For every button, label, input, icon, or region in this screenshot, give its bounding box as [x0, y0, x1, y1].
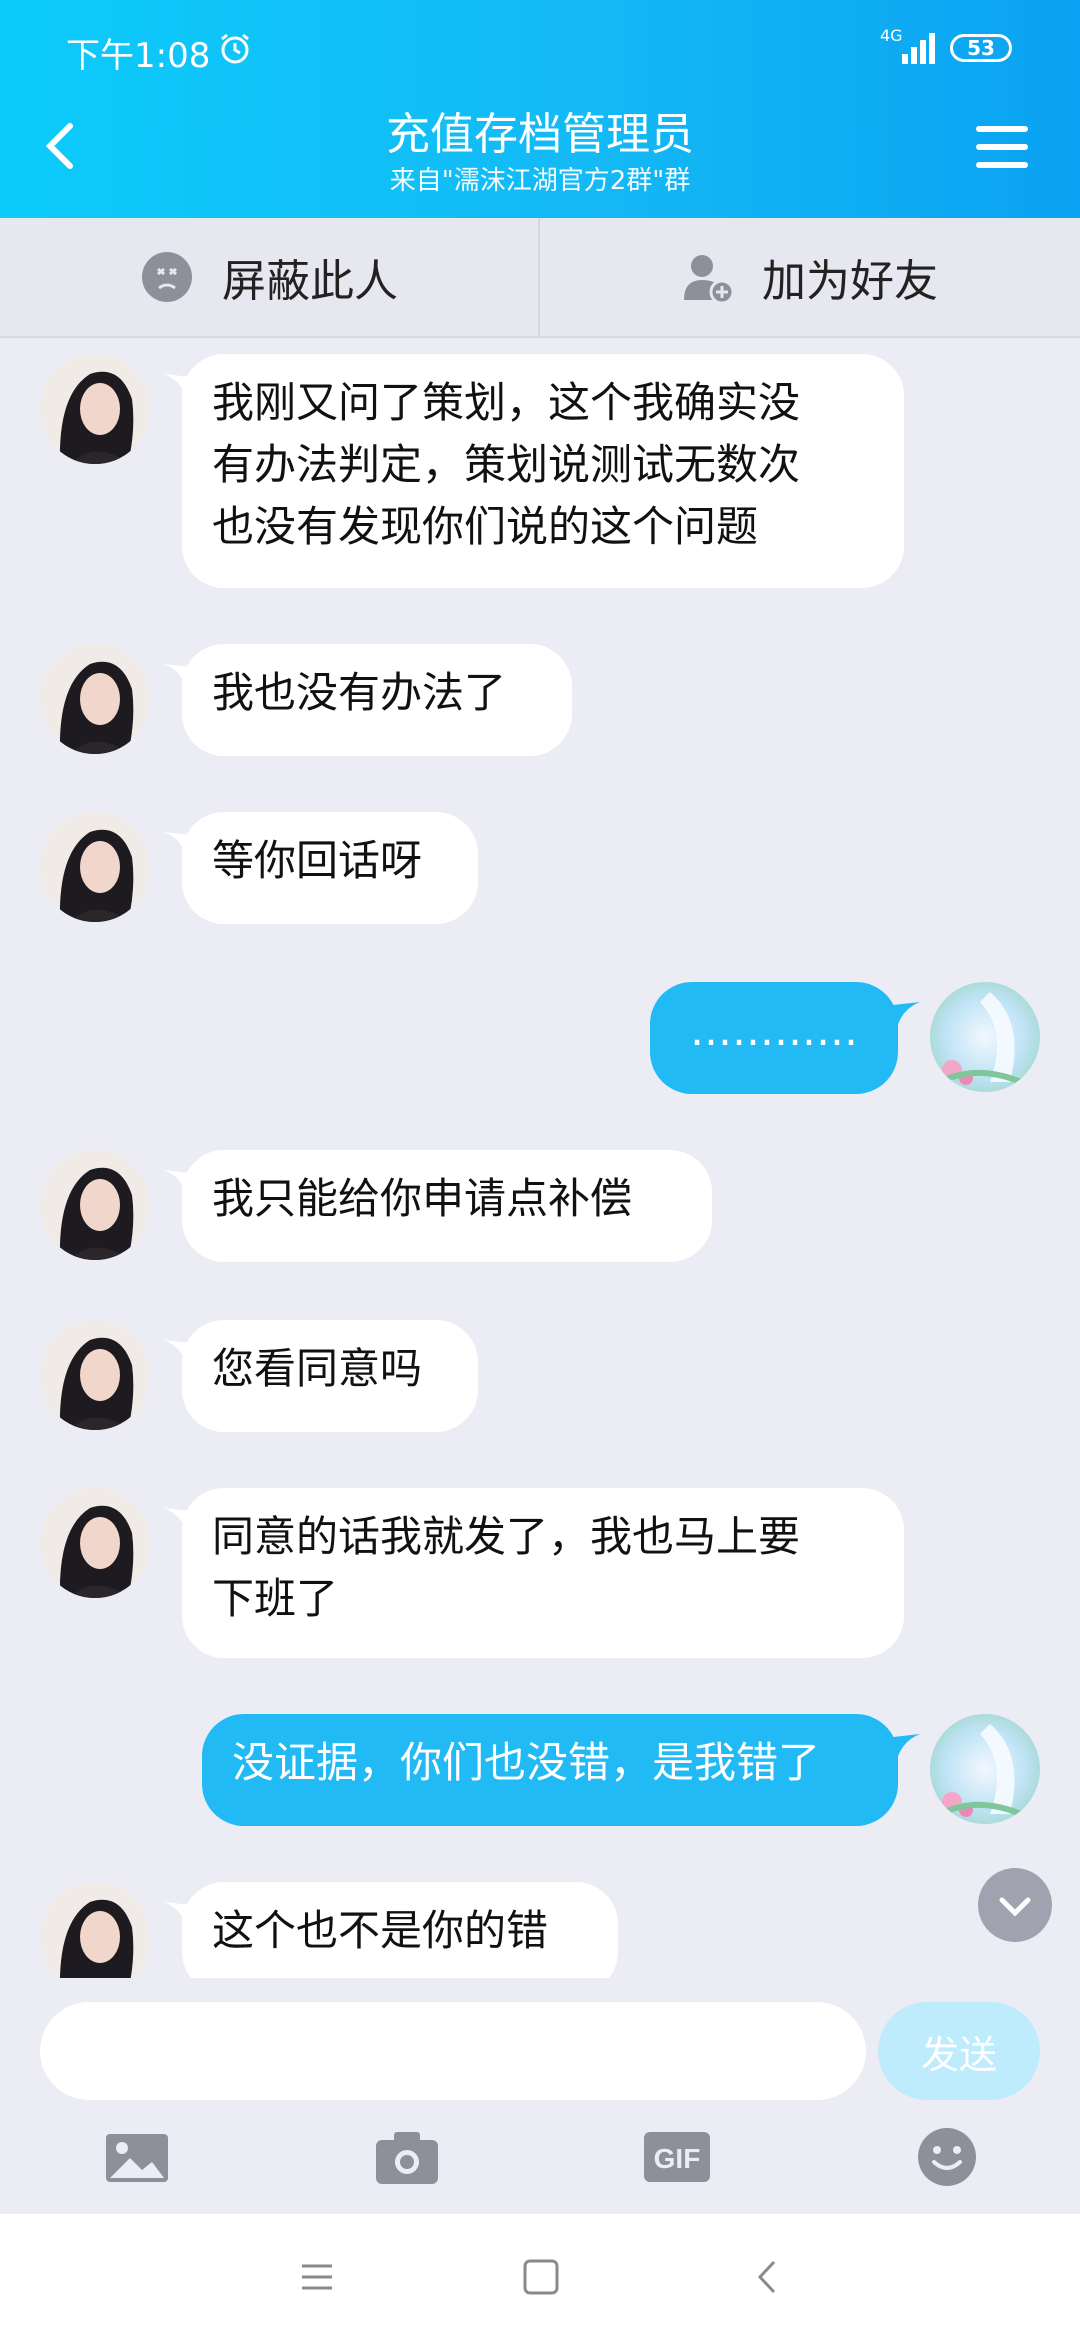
message-input[interactable] [40, 2002, 866, 2100]
alarm-icon [221, 33, 249, 64]
home-icon[interactable] [518, 2254, 564, 2300]
image-icon[interactable] [102, 2126, 172, 2188]
chat-subtitle: 来自"濡沫江湖官方2群"群 [389, 166, 691, 196]
emoji-icon[interactable] [912, 2126, 982, 2188]
message-line: 也没有发现你们说的这个问题 [212, 502, 759, 551]
message-bubble[interactable]: 没证据，你们也没错，是我错了 [202, 1714, 898, 1826]
contact-avatar[interactable] [40, 812, 150, 922]
contact-avatar[interactable] [40, 1320, 150, 1430]
add-friend-button[interactable]: 加为好友 [540, 218, 1078, 336]
message-line: 您看同意吗 [212, 1344, 423, 1393]
message-line: 没证据，你们也没错，是我错了 [232, 1738, 821, 1787]
stranger-action-bar: 屏蔽此人 加为好友 [0, 218, 1080, 338]
message-bubble[interactable]: 我只能给你申请点补偿 [182, 1150, 712, 1262]
message-bubble[interactable]: ………… [650, 982, 898, 1094]
system-navigation-bar [0, 2214, 1080, 2340]
recent-apps-icon[interactable] [294, 2254, 340, 2300]
message-line: 同意的话我就发了，我也马上要 [212, 1512, 801, 1561]
composer: 发送 GIF [0, 1978, 1080, 2214]
chat-header: 下午1:08 4G 53 充值存档管理员 来自"濡沫江湖官方2群"群 [0, 0, 1080, 218]
message-line: 这个也不是你的错 [212, 1906, 549, 1955]
message-bubble[interactable]: 同意的话我就发了，我也马上要 下班了 [182, 1488, 904, 1658]
message-bubble[interactable]: 我也没有办法了 [182, 644, 572, 756]
battery-indicator: 53 [950, 34, 1012, 62]
battery-level: 53 [967, 36, 995, 60]
send-button[interactable]: 发送 [878, 2002, 1040, 2100]
my-avatar[interactable] [930, 1714, 1040, 1824]
chevron-down-icon [999, 1897, 1031, 1917]
status-time: 下午1:08 [66, 36, 211, 76]
camera-icon[interactable] [372, 2126, 442, 2188]
message-line: 下班了 [212, 1574, 339, 1623]
my-avatar[interactable] [930, 982, 1040, 1092]
gif-icon[interactable]: GIF [642, 2126, 712, 2188]
block-user-button[interactable]: 屏蔽此人 [0, 218, 540, 336]
message-bubble[interactable]: 我刚又问了策划，这个我确实没 有办法判定，策划说测试无数次 也没有发现你们说的这… [182, 354, 904, 588]
menu-icon[interactable] [976, 124, 1028, 170]
block-user-label: 屏蔽此人 [222, 256, 398, 307]
chat-title: 充值存档管理员 [386, 109, 694, 160]
add-friend-label: 加为好友 [762, 256, 938, 307]
message-list[interactable]: 我刚又问了策划，这个我确实没 有办法判定，策划说测试无数次 也没有发现你们说的这… [0, 336, 1080, 1978]
block-icon [142, 252, 192, 302]
system-back-icon[interactable] [744, 2254, 790, 2300]
contact-avatar[interactable] [40, 1882, 150, 1978]
scroll-to-bottom-button[interactable] [978, 1868, 1052, 1942]
message-bubble[interactable]: 您看同意吗 [182, 1320, 478, 1432]
add-friend-icon [684, 255, 734, 304]
message-line: 有办法判定，策划说测试无数次 [212, 440, 801, 489]
contact-avatar[interactable] [40, 1150, 150, 1260]
message-line: 我也没有办法了 [212, 668, 507, 717]
message-line: ………… [690, 1006, 858, 1055]
contact-avatar[interactable] [40, 1488, 150, 1598]
message-bubble[interactable]: 等你回话呀 [182, 812, 478, 924]
signal-icon [902, 33, 935, 64]
contact-avatar[interactable] [40, 354, 150, 464]
message-line: 等你回话呀 [212, 836, 423, 885]
message-bubble[interactable]: 这个也不是你的错 [182, 1882, 618, 1978]
svg-text:GIF: GIF [654, 2143, 701, 2174]
contact-avatar[interactable] [40, 644, 150, 754]
message-line: 我刚又问了策划，这个我确实没 [212, 378, 801, 427]
message-line: 我只能给你申请点补偿 [212, 1174, 633, 1223]
